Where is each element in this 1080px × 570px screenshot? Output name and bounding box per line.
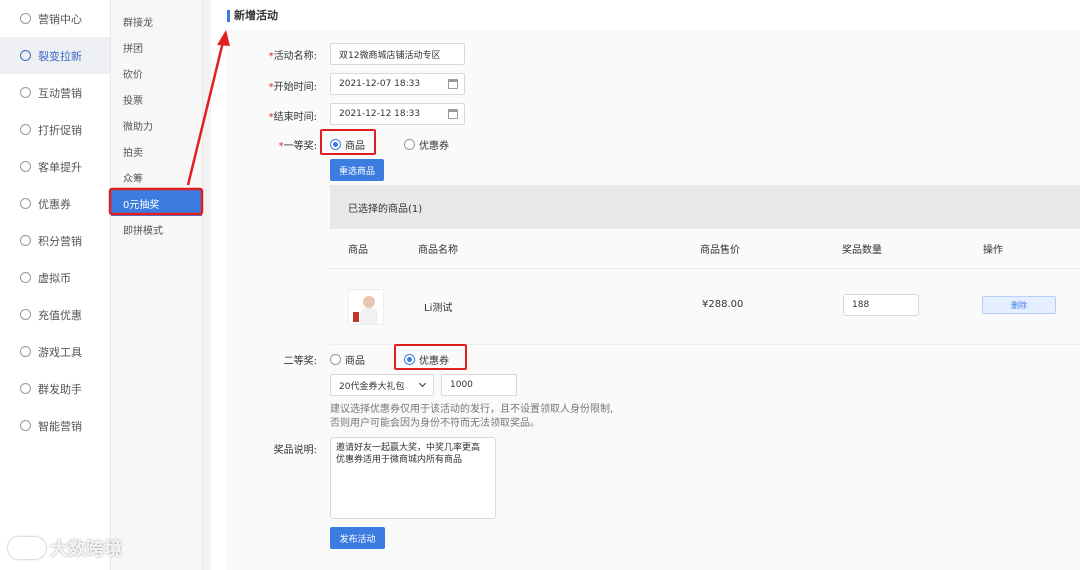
discount-icon	[20, 124, 31, 135]
nav-item-label: 积分营销	[38, 234, 82, 248]
activity-name-input[interactable]: 双12微商城店铺活动专区	[330, 43, 465, 65]
subnav-item[interactable]: 拼团	[111, 34, 202, 60]
coupon-hint: 建议选择优惠券仅用于该活动的发行，且不设置领取人身份限制, 否则用户可能会因为身…	[330, 404, 614, 429]
subnav-item[interactable]: 群接龙	[111, 8, 202, 34]
logo-icon	[8, 537, 46, 559]
highlight-box	[394, 344, 467, 370]
selected-products-title: 已选择的商品(1)	[330, 185, 1080, 229]
fission-icon	[20, 50, 31, 61]
monitor-icon	[20, 13, 31, 24]
nav-item[interactable]: 群发助手	[0, 370, 110, 407]
nav-item-label: 客单提升	[38, 160, 82, 174]
subnav-item[interactable]: 拍卖	[111, 138, 202, 164]
activity-form: *活动名称: 双12微商城店铺活动专区 *开始时间: 2021-12-07 18…	[227, 30, 1080, 570]
subnav-item[interactable]: 众筹	[111, 164, 202, 190]
nav-item-label: 优惠券	[38, 197, 71, 211]
subnav-item[interactable]: 砍价	[111, 60, 202, 86]
start-time-label: *开始时间:	[268, 82, 317, 93]
nav-item[interactable]: 智能营销	[0, 407, 110, 444]
chevron-down-icon	[418, 379, 427, 388]
coupon-count-input[interactable]: 1000	[441, 374, 517, 396]
nav-item[interactable]: 虚拟币	[0, 259, 110, 296]
nav-item[interactable]: 游戏工具	[0, 333, 110, 370]
calendar-icon	[448, 109, 458, 119]
nav-item[interactable]: 裂变拉新	[0, 37, 110, 74]
nav-item-label: 营销中心	[38, 12, 82, 26]
nav-item[interactable]: 积分营销	[0, 222, 110, 259]
nav-item-label: 群发助手	[38, 382, 82, 396]
main-panel: 新增活动 *活动名称: 双12微商城店铺活动专区 *开始时间: 2021-12-…	[211, 0, 1080, 570]
column-header: 奖品数量	[842, 245, 882, 256]
subnav-item[interactable]: 0元抽奖	[111, 190, 202, 216]
reselect-product-button[interactable]: 重选商品	[330, 159, 384, 181]
selected-products-table: 已选择的商品(1) 商品 商品名称 商品售价 奖品数量 操作 Li测试 ¥288…	[330, 185, 1080, 345]
second-prize-label: 二等奖:	[283, 356, 317, 367]
nav-item-label: 裂变拉新	[38, 49, 82, 63]
nav-item-label: 互动营销	[38, 86, 82, 100]
coupon-select[interactable]: 20代金券大礼包	[330, 374, 434, 396]
nav-item[interactable]: 互动营销	[0, 74, 110, 111]
activity-name-label: *活动名称:	[268, 51, 317, 62]
first-prize-label: *一等奖:	[278, 141, 317, 152]
prize-desc-textarea[interactable]: 邀请好友一起赢大奖，中奖几率更高 优惠券适用于微商城内所有商品	[330, 437, 496, 519]
highlight-box	[320, 129, 376, 155]
column-header: 操作	[983, 245, 1003, 256]
calendar-icon	[448, 79, 458, 89]
publish-activity-button[interactable]: 发布活动	[330, 527, 385, 549]
nav-item-label: 打折促销	[38, 123, 82, 137]
delete-button[interactable]: 删除	[982, 296, 1056, 314]
nav-item[interactable]: 优惠券	[0, 185, 110, 222]
nav-item[interactable]: 营销中心	[0, 0, 110, 37]
radio-unchecked-icon	[330, 354, 341, 365]
smart-icon	[20, 420, 31, 431]
points-icon	[20, 235, 31, 246]
nav-item-label: 游戏工具	[38, 345, 82, 359]
mail-icon	[20, 383, 31, 394]
end-time-input[interactable]: 2021-12-12 18:33	[330, 103, 465, 125]
nav-item-label: 虚拟币	[38, 271, 71, 285]
gamepad-icon	[20, 346, 31, 357]
column-header: 商品名称	[418, 245, 458, 256]
cart-icon	[20, 161, 31, 172]
nav-item[interactable]: 打折促销	[0, 111, 110, 148]
page-title: 新增活动	[227, 10, 278, 22]
column-header: 商品	[348, 245, 368, 256]
table-row: Li测试 ¥288.00 188 删除	[330, 269, 1080, 345]
product-thumbnail	[348, 289, 384, 325]
second-prize-radio-product[interactable]: 商品	[330, 352, 365, 367]
primary-sidebar: 营销中心裂变拉新互动营销打折促销客单提升优惠券积分营销虚拟币充值优惠游戏工具群发…	[0, 0, 111, 570]
coupon-icon	[20, 198, 31, 209]
first-prize-radio-coupon[interactable]: 优惠券	[404, 137, 449, 152]
nav-item[interactable]: 充值优惠	[0, 296, 110, 333]
nav-item-label: 智能营销	[38, 419, 82, 433]
prize-quantity-input[interactable]: 188	[843, 294, 919, 316]
secondary-sidebar: 群接龙 拼团 砍价 投票 微助力 拍卖 众筹 0元抽奖 即拼模式	[111, 0, 203, 570]
product-name: Li测试	[424, 303, 453, 314]
subnav-item[interactable]: 投票	[111, 86, 202, 112]
nav-item[interactable]: 客单提升	[0, 148, 110, 185]
table-header: 商品 商品名称 商品售价 奖品数量 操作	[330, 229, 1080, 269]
column-header: 商品售价	[700, 245, 740, 256]
radio-unchecked-icon	[404, 139, 415, 150]
paper-plane-icon	[20, 87, 31, 98]
watermark: 大数跨境	[8, 535, 122, 561]
recharge-icon	[20, 309, 31, 320]
product-price: ¥288.00	[702, 299, 744, 310]
subnav-item[interactable]: 微助力	[111, 112, 202, 138]
end-time-label: *结束时间:	[268, 112, 317, 123]
nav-item-label: 充值优惠	[38, 308, 82, 322]
subnav-item[interactable]: 即拼模式	[111, 216, 202, 242]
coin-icon	[20, 272, 31, 283]
start-time-input[interactable]: 2021-12-07 18:33	[330, 73, 465, 95]
prize-desc-label: 奖品说明:	[273, 445, 317, 456]
